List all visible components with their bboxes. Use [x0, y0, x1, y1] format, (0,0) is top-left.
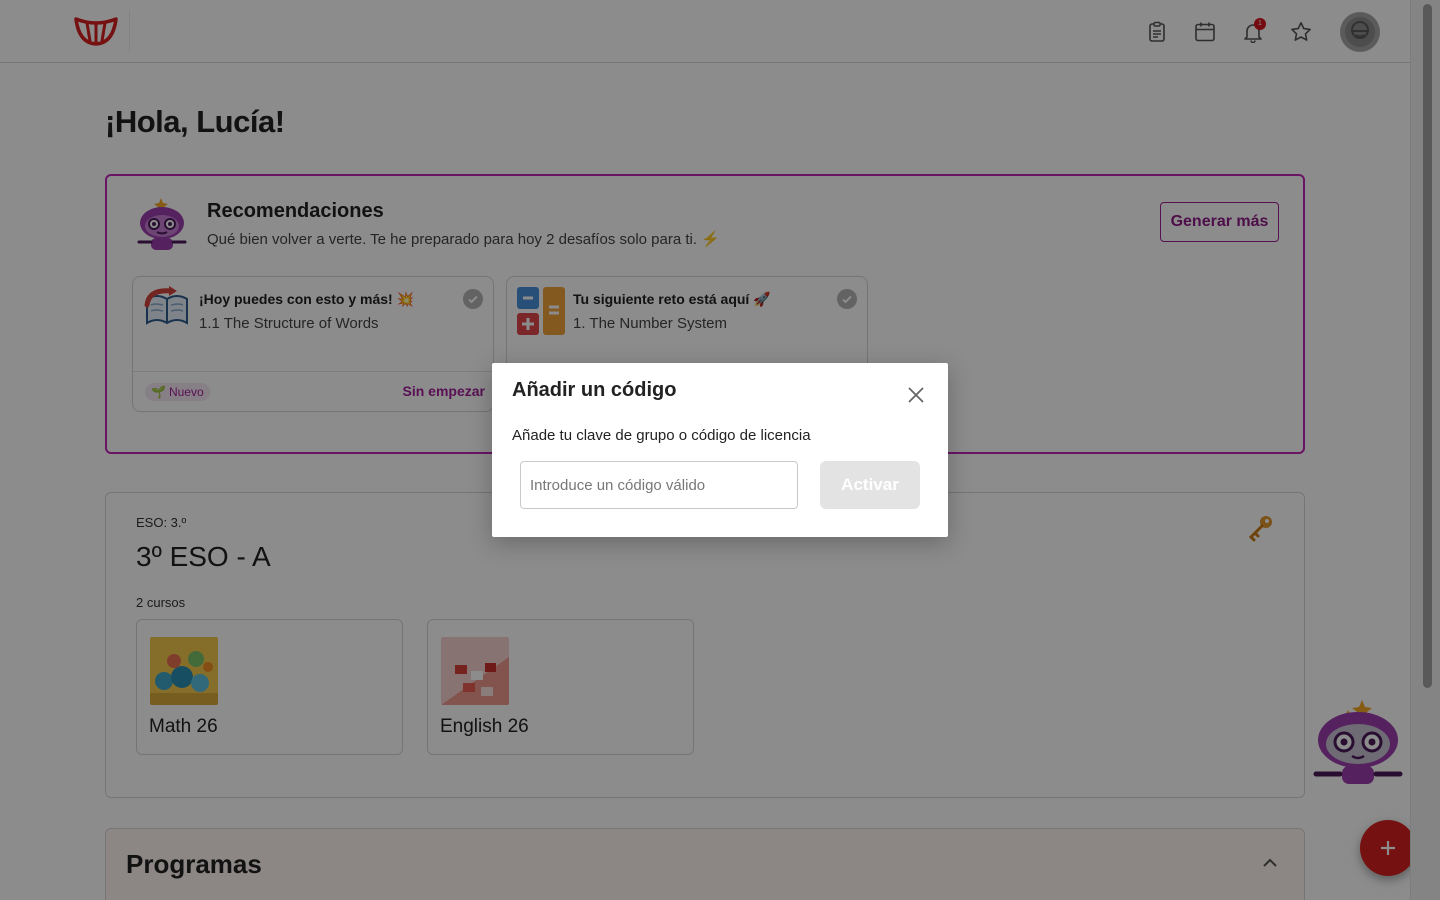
dialog-title: Añadir un código: [512, 379, 677, 401]
code-input[interactable]: [520, 461, 798, 509]
dialog-description: Añade tu clave de grupo o código de lice…: [512, 427, 811, 444]
activate-button[interactable]: Activar: [820, 461, 920, 509]
add-code-dialog: Añadir un código Añade tu clave de grupo…: [492, 363, 948, 537]
close-icon[interactable]: [906, 385, 926, 405]
